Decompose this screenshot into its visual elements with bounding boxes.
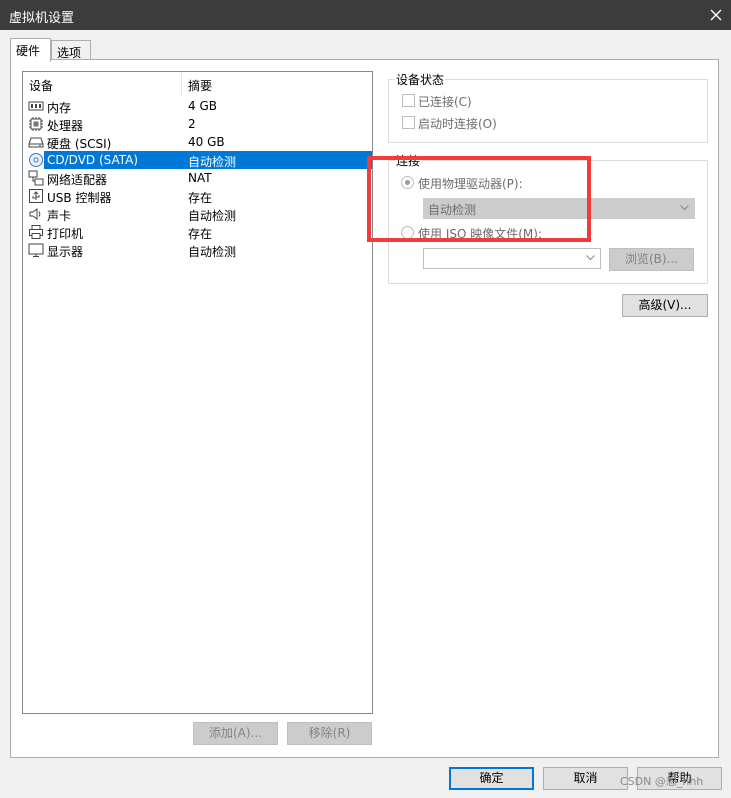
device-summary: 自动检测	[188, 245, 237, 259]
network-adapter-icon	[28, 170, 44, 186]
connect-at-power-on-checkbox[interactable]	[402, 116, 415, 129]
annotation-highlight-box	[367, 156, 591, 242]
device-name: 硬盘 (SCSI)	[47, 137, 112, 151]
device-summary: 存在	[188, 191, 213, 205]
tab-hardware[interactable]: 硬件	[10, 38, 51, 62]
device-status-group	[388, 79, 708, 143]
device-name: 处理器	[47, 119, 84, 133]
usb-controller-icon	[29, 189, 43, 203]
device-summary: 自动检测	[188, 155, 237, 169]
device-row-cd-dvd[interactable]: CD/DVD (SATA) 自动检测	[23, 151, 372, 169]
title-bar: 虚拟机设置	[0, 0, 731, 30]
device-row-printer[interactable]: 打印机 存在	[23, 223, 372, 241]
printer-icon	[29, 225, 43, 239]
cancel-button[interactable]: 取消	[543, 767, 628, 790]
device-status-title: 设备状态	[395, 71, 446, 88]
connected-checkbox[interactable]	[402, 94, 415, 107]
hard-disk-icon	[28, 137, 44, 148]
device-name: CD/DVD (SATA)	[46, 152, 141, 169]
device-name: 打印机	[47, 227, 84, 241]
column-header-summary[interactable]: 摘要	[188, 77, 212, 94]
ok-button[interactable]: 确定	[449, 767, 534, 790]
device-name: 内存	[47, 101, 72, 115]
add-device-button[interactable]: 添加(A)...	[193, 722, 278, 745]
device-row-sound-card[interactable]: 声卡 自动检测	[23, 205, 372, 223]
cd-dvd-icon	[29, 153, 43, 167]
advanced-button[interactable]: 高级(V)...	[622, 294, 708, 317]
device-row-usb-controller[interactable]: USB 控制器 存在	[23, 187, 372, 205]
close-icon	[710, 9, 722, 21]
chevron-down-icon	[586, 255, 595, 261]
device-summary: NAT	[188, 171, 212, 185]
device-summary: 4 GB	[188, 99, 217, 113]
device-row-display[interactable]: 显示器 自动检测	[23, 241, 372, 259]
device-row-network-adapter[interactable]: 网络适配器 NAT	[23, 169, 372, 187]
chevron-down-icon	[680, 205, 689, 211]
device-name: 网络适配器	[47, 173, 108, 187]
watermark: CSDN @想_hhh	[620, 775, 704, 788]
device-summary: 存在	[188, 227, 213, 241]
device-name: 显示器	[47, 245, 84, 259]
column-header-device[interactable]: 设备	[29, 77, 53, 94]
device-row-processor[interactable]: 处理器 2	[23, 115, 372, 133]
device-summary: 自动检测	[188, 209, 237, 223]
device-row-memory[interactable]: 内存 4 GB	[23, 97, 372, 115]
processor-icon	[29, 117, 43, 131]
device-name: 声卡	[47, 209, 72, 223]
device-summary: 40 GB	[188, 135, 225, 149]
device-row-hard-disk[interactable]: 硬盘 (SCSI) 40 GB	[23, 133, 372, 151]
close-button[interactable]	[701, 0, 731, 30]
sound-card-icon	[29, 208, 41, 220]
connected-label: 已连接(C)	[418, 95, 472, 109]
device-name: USB 控制器	[47, 191, 112, 205]
connect-at-power-on-label: 启动时连接(O)	[418, 117, 497, 131]
remove-device-button[interactable]: 移除(R)	[287, 722, 372, 745]
tab-options[interactable]: 选项	[51, 40, 91, 61]
display-icon	[28, 243, 44, 257]
device-summary: 2	[188, 117, 196, 131]
browse-button[interactable]: 浏览(B)...	[609, 248, 694, 271]
window-title: 虚拟机设置	[9, 11, 75, 26]
iso-image-select[interactable]	[423, 248, 601, 269]
column-divider[interactable]	[181, 72, 182, 96]
device-list-header: 设备 摘要	[23, 72, 372, 96]
device-list[interactable]: 设备 摘要 内存 4 GB 处理器 2 硬盘 (SCSI) 40 GB CD/D…	[22, 71, 373, 714]
memory-icon	[28, 101, 44, 111]
